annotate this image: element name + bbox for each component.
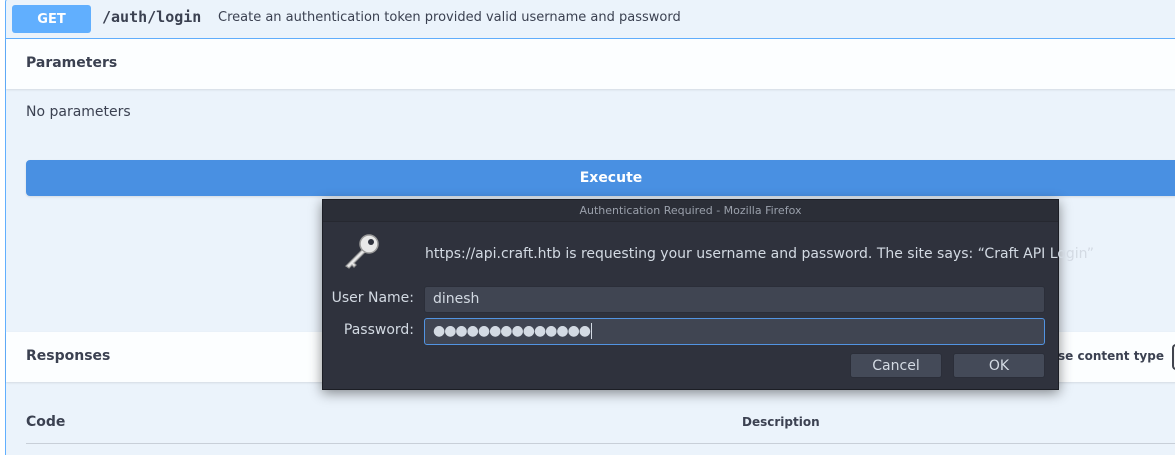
- key-icon: [345, 234, 379, 269]
- parameters-title: Parameters: [26, 55, 118, 71]
- cancel-button[interactable]: Cancel: [850, 353, 942, 378]
- password-field[interactable]: ●●●●●●●●●●●●●●: [424, 318, 1045, 345]
- dialog-message: https://api.craft.htb is requesting your…: [425, 246, 1095, 262]
- operation-description: Create an authentication token provided …: [218, 10, 681, 25]
- text-caret: [591, 323, 593, 339]
- password-value: ●●●●●●●●●●●●●●: [433, 323, 591, 339]
- operation-summary[interactable]: GET /auth/login Create an authentication…: [6, 0, 1175, 39]
- no-parameters-text: No parameters: [26, 104, 131, 120]
- operation-path: /auth/login: [102, 8, 202, 26]
- username-label: User Name:: [331, 290, 414, 306]
- response-content-type-label: se content type: [1058, 349, 1164, 363]
- password-label: Password:: [343, 322, 414, 338]
- column-code: Code: [26, 414, 66, 430]
- responses-table-header: Code Description: [26, 399, 1175, 444]
- parameters-header: Parameters: [6, 39, 1175, 89]
- responses-title: Responses: [26, 348, 111, 364]
- execute-button[interactable]: Execute: [26, 160, 1175, 196]
- auth-dialog: Authentication Required - Mozilla Firefo…: [322, 199, 1094, 390]
- ok-button[interactable]: OK: [953, 353, 1045, 378]
- dialog-title: Authentication Required - Mozilla Firefo…: [323, 200, 1058, 222]
- column-description: Description: [742, 415, 820, 429]
- method-badge: GET: [12, 5, 91, 33]
- username-field[interactable]: dinesh: [424, 286, 1045, 313]
- username-value: dinesh: [433, 291, 480, 307]
